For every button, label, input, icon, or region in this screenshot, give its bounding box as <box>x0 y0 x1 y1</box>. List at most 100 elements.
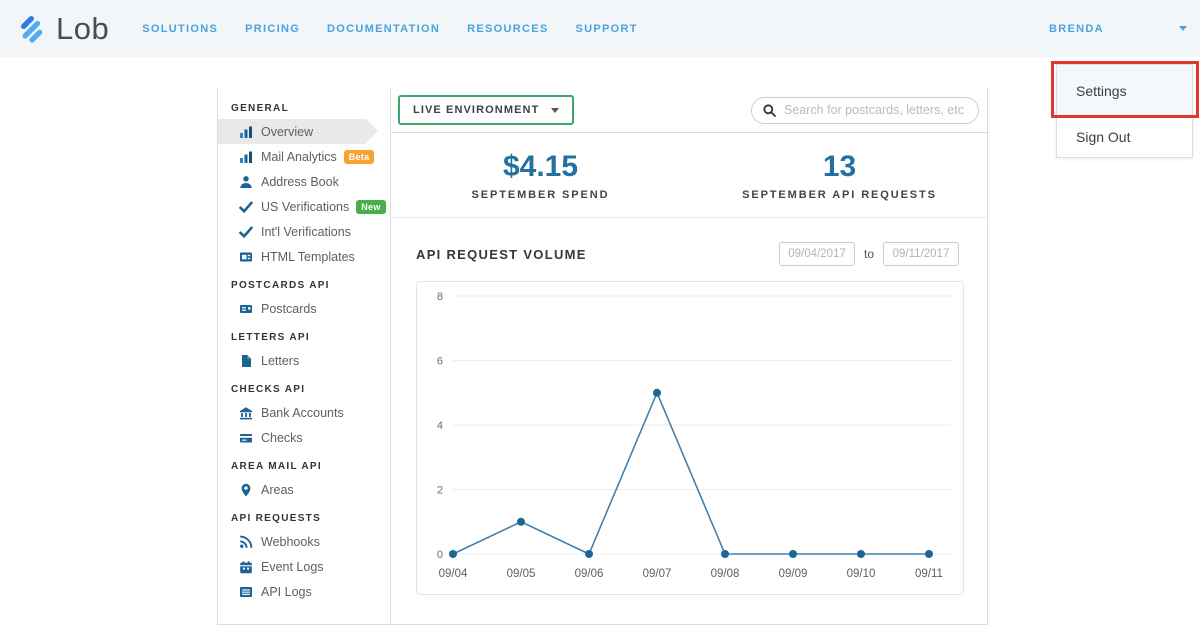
menu-item-settings[interactable]: Settings <box>1057 65 1192 117</box>
svg-text:09/09: 09/09 <box>779 568 808 580</box>
svg-text:09/07: 09/07 <box>643 568 672 580</box>
sidebar-item-label: API Logs <box>261 585 312 599</box>
user-name: BRENDA <box>1049 23 1104 35</box>
sidebar-item-label: Overview <box>261 125 313 139</box>
sidebar-section-header-general: GENERAL <box>218 96 390 119</box>
sidebar-section-header-postcards-api: POSTCARDS API <box>218 273 390 296</box>
template-icon <box>239 250 253 264</box>
rss-icon <box>239 535 253 549</box>
stat-september-spend: $4.15 SEPTEMBER SPEND <box>391 133 690 217</box>
sidebar-item-overview[interactable]: Overview <box>218 119 366 144</box>
calendar-icon <box>239 560 253 574</box>
sidebar-section-header-area-mail-api: AREA MAIL API <box>218 454 390 477</box>
nav-links: SOLUTIONS PRICING DOCUMENTATION RESOURCES SU… <box>142 23 638 35</box>
chevron-down-icon <box>1179 26 1187 31</box>
postcard-icon <box>239 302 253 316</box>
date-range-picker: to <box>779 242 959 266</box>
sidebar-item-label: Webhooks <box>261 535 320 549</box>
search-input[interactable] <box>782 102 967 118</box>
nav-link-documentation[interactable]: DOCUMENTATION <box>327 23 440 35</box>
svg-text:09/11: 09/11 <box>915 568 943 580</box>
svg-text:6: 6 <box>437 356 443 368</box>
sidebar-item-int-l-verifications[interactable]: Int'l Verifications <box>218 219 390 244</box>
badge-new: New <box>356 200 385 214</box>
person-icon <box>239 175 253 189</box>
sidebar-item-html-templates[interactable]: HTML Templates <box>218 244 390 269</box>
sidebar-item-bank-accounts[interactable]: Bank Accounts <box>218 400 390 425</box>
svg-text:09/06: 09/06 <box>575 568 604 580</box>
date-to-input[interactable] <box>883 242 959 266</box>
letter-icon <box>239 354 253 368</box>
brand-name: Lob <box>56 11 109 47</box>
sidebar-item-address-book[interactable]: Address Book <box>218 169 390 194</box>
menu-item-sign-out[interactable]: Sign Out <box>1057 117 1192 157</box>
sidebar-item-label: Letters <box>261 354 299 368</box>
sidebar-item-label: Event Logs <box>261 560 324 574</box>
bar-chart-icon <box>239 125 253 139</box>
sidebar-item-label: Mail Analytics <box>261 150 337 164</box>
sidebar-item-label: Areas <box>261 483 294 497</box>
bar-chart-icon <box>239 150 253 164</box>
lob-logo-icon <box>13 10 51 48</box>
card-icon <box>239 431 253 445</box>
pin-icon <box>239 483 253 497</box>
main-content: LIVE ENVIRONMENT $4.15 SEPTEMBER SPEND 1… <box>391 88 989 624</box>
search-box[interactable] <box>751 97 979 124</box>
check-icon <box>239 200 253 214</box>
badge-beta: Beta <box>344 150 375 164</box>
stat-value: 13 <box>823 150 856 184</box>
list-icon <box>239 585 253 599</box>
svg-text:0: 0 <box>437 549 443 561</box>
svg-text:09/08: 09/08 <box>711 568 740 580</box>
date-range-to-label: to <box>864 247 874 261</box>
nav-link-solutions[interactable]: SOLUTIONS <box>142 23 218 35</box>
sidebar-item-label: Address Book <box>261 175 339 189</box>
chart-section-header: API REQUEST VOLUME to <box>391 218 989 281</box>
stat-label: SEPTEMBER SPEND <box>472 189 610 201</box>
sidebar-item-letters[interactable]: Letters <box>218 348 390 373</box>
top-navbar: Lob SOLUTIONS PRICING DOCUMENTATION RESOURC… <box>0 0 1200 57</box>
sidebar-item-label: Checks <box>261 431 303 445</box>
sidebar-item-label: Bank Accounts <box>261 406 344 420</box>
check-icon <box>239 225 253 239</box>
sidebar-item-event-logs[interactable]: Event Logs <box>218 554 390 579</box>
environment-selector[interactable]: LIVE ENVIRONMENT <box>398 95 574 125</box>
chart-title: API REQUEST VOLUME <box>416 247 587 262</box>
sidebar-item-api-logs[interactable]: API Logs <box>218 579 390 604</box>
stat-label: SEPTEMBER API REQUESTS <box>742 189 937 201</box>
stat-value: $4.15 <box>503 150 578 184</box>
sidebar-item-us-verifications[interactable]: US Verifications New <box>218 194 390 219</box>
toolbar: LIVE ENVIRONMENT <box>391 88 989 133</box>
line-chart: 0246809/0409/0509/0609/0709/0809/0909/10… <box>417 282 963 594</box>
sidebar-item-areas[interactable]: Areas <box>218 477 390 502</box>
sidebar-item-checks[interactable]: Checks <box>218 425 390 450</box>
sidebar-item-label: Int'l Verifications <box>261 225 351 239</box>
sidebar: GENERAL Overview Mail Analytics Beta Address… <box>218 88 391 624</box>
sidebar-section-header-api-requests: API REQUESTS <box>218 506 390 529</box>
dashboard-container: GENERAL Overview Mail Analytics Beta Address… <box>217 88 988 625</box>
search-icon <box>763 104 776 117</box>
date-from-input[interactable] <box>779 242 855 266</box>
stats-row: $4.15 SEPTEMBER SPEND 13 SEPTEMBER API R… <box>391 133 989 218</box>
svg-text:8: 8 <box>437 291 443 303</box>
sidebar-section-header-checks-api: CHECKS API <box>218 377 390 400</box>
sidebar-item-webhooks[interactable]: Webhooks <box>218 529 390 554</box>
svg-text:09/04: 09/04 <box>439 568 468 580</box>
bank-icon <box>239 406 253 420</box>
svg-text:09/10: 09/10 <box>847 568 876 580</box>
user-menu-trigger[interactable]: BRENDA <box>1049 0 1187 57</box>
svg-text:09/05: 09/05 <box>507 568 536 580</box>
nav-link-pricing[interactable]: PRICING <box>245 23 300 35</box>
environment-label: LIVE ENVIRONMENT <box>413 104 539 116</box>
nav-link-resources[interactable]: RESOURCES <box>467 23 548 35</box>
user-dropdown-menu: Settings Sign Out <box>1056 64 1193 158</box>
nav-link-support[interactable]: SUPPORT <box>575 23 637 35</box>
api-request-volume-chart: 0246809/0409/0509/0609/0709/0809/0909/10… <box>416 281 964 595</box>
chevron-down-icon <box>551 108 559 113</box>
stat-september-api-requests: 13 SEPTEMBER API REQUESTS <box>690 133 989 217</box>
lob-logo[interactable]: Lob <box>13 10 109 48</box>
sidebar-item-label: US Verifications <box>261 200 349 214</box>
sidebar-item-mail-analytics[interactable]: Mail Analytics Beta <box>218 144 390 169</box>
sidebar-item-postcards[interactable]: Postcards <box>218 296 390 321</box>
svg-text:4: 4 <box>437 420 443 432</box>
